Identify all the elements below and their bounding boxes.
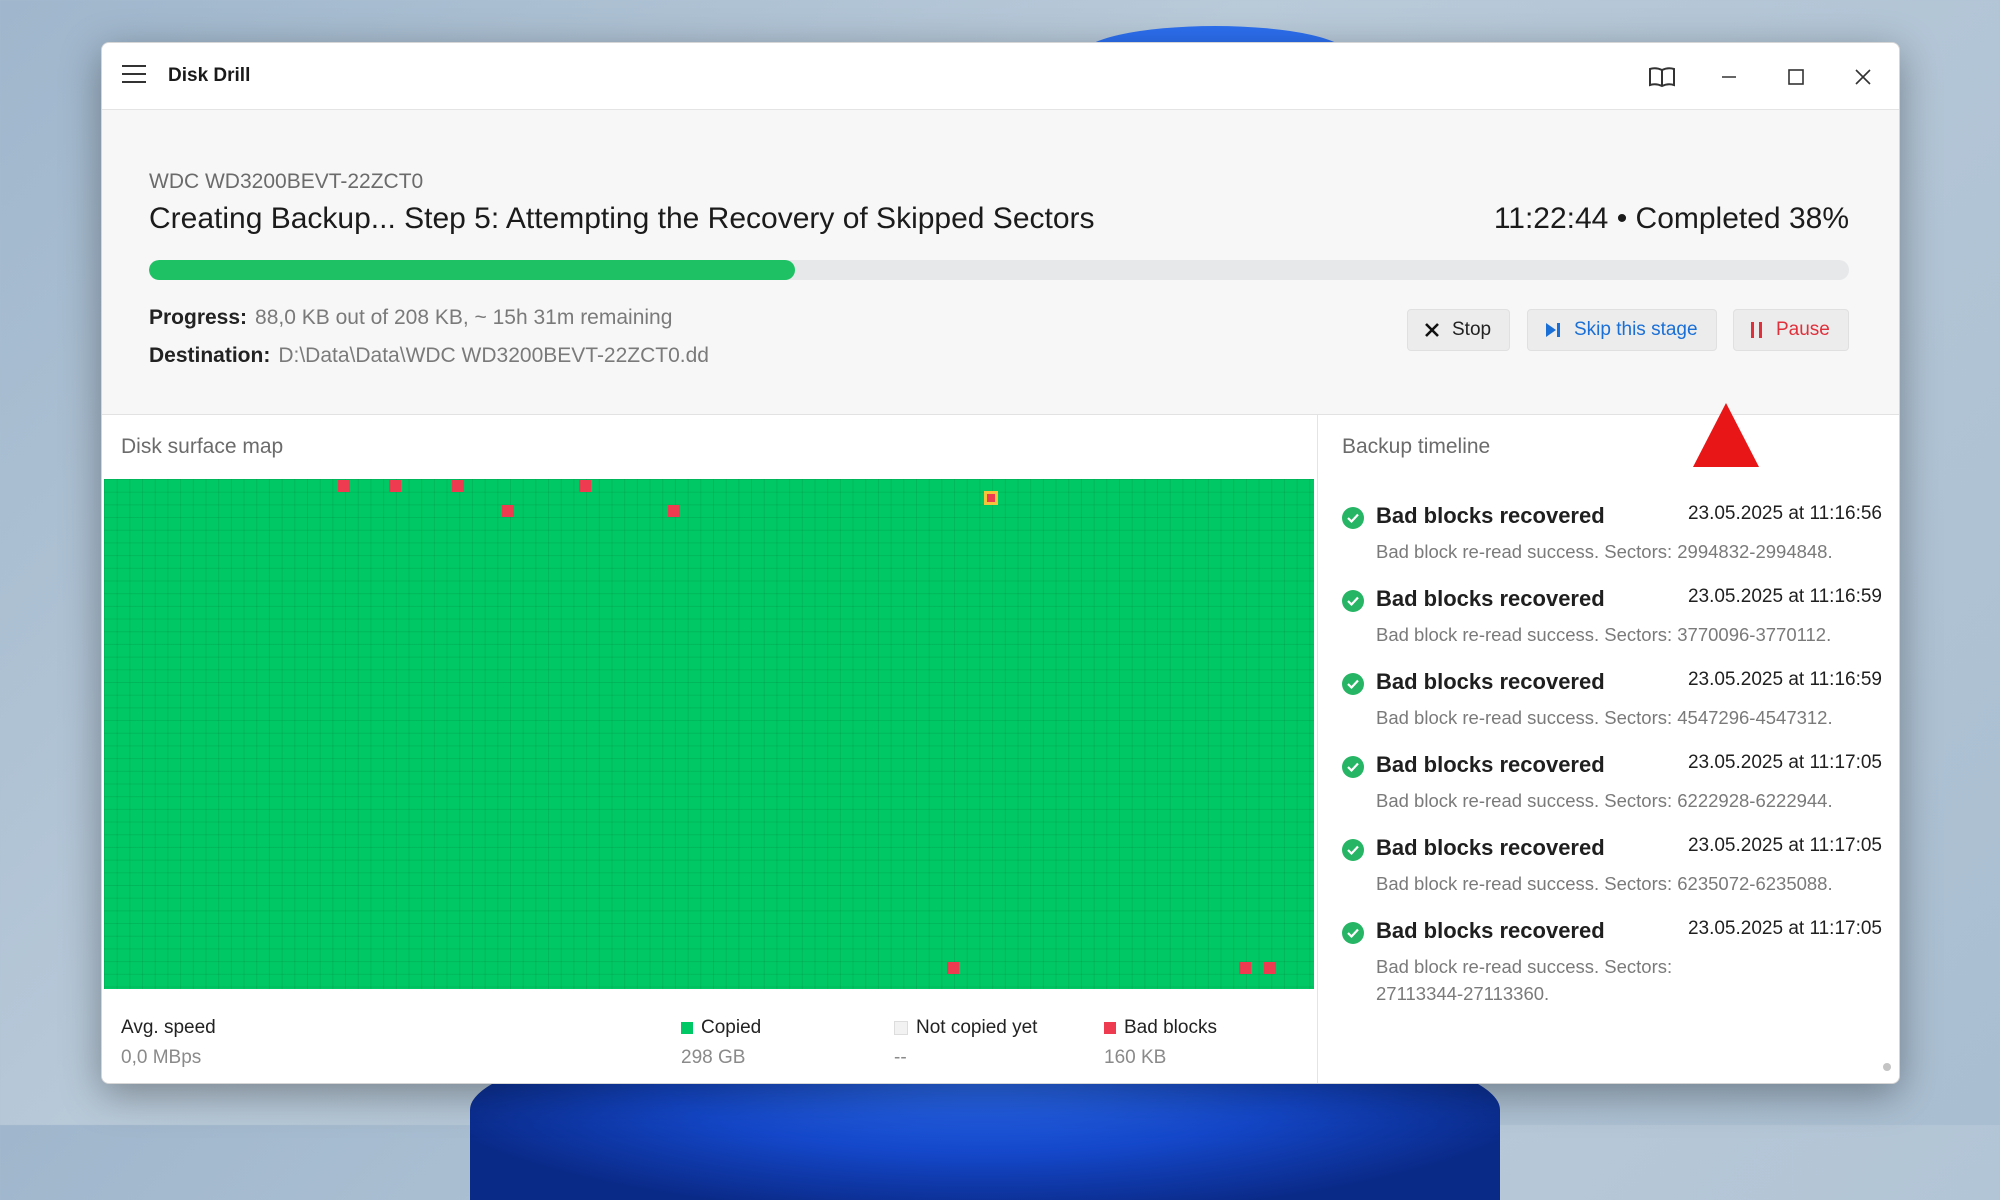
check-circle-icon (1342, 507, 1364, 529)
bad-block (1264, 962, 1276, 974)
close-x-icon (1425, 323, 1439, 337)
timeline-item-desc: Bad block re-read success. Sectors: 3770… (1376, 624, 1832, 645)
check-circle-icon (1342, 590, 1364, 612)
copied-value: 298 GB (681, 1047, 746, 1068)
check-circle-icon (1342, 839, 1364, 861)
timeline-item-desc: Bad block re-read success. Sectors: 6222… (1376, 790, 1833, 811)
bad-blocks-value: 160 KB (1104, 1047, 1167, 1068)
skip-forward-icon (1546, 323, 1560, 337)
pause-icon (1751, 322, 1762, 338)
skip-button-label: Skip this stage (1574, 319, 1698, 340)
stage-status: 11:22:44 • Completed 38% (1493, 202, 1849, 235)
timeline-item-title: Bad blocks recovered (1376, 918, 1605, 943)
bad-block (947, 962, 959, 974)
current-block (984, 491, 998, 505)
stop-button-label: Stop (1452, 319, 1492, 340)
scrollbar-thumb[interactable] (1883, 1063, 1891, 1071)
bad-blocks-stat: Bad blocks 160 KB (1104, 1017, 1217, 1069)
timeline-item-desc: Bad block re-read success. Sectors: 2994… (1376, 541, 1833, 562)
bad-block (452, 480, 464, 492)
disk-surface-map (104, 479, 1314, 989)
close-icon[interactable] (1843, 57, 1883, 97)
title-bar: Disk Drill (102, 43, 1899, 110)
bad-block (1239, 962, 1251, 974)
hamburger-menu-icon[interactable] (122, 65, 146, 85)
timeline-item-title: Bad blocks recovered (1376, 503, 1605, 528)
bad-block (338, 480, 350, 492)
progress-bar-fill (149, 260, 795, 280)
avg-speed-value: 0,0 MBps (121, 1047, 202, 1068)
pause-button[interactable]: Pause (1733, 309, 1849, 351)
bad-blocks-swatch (1104, 1022, 1116, 1034)
not-copied-swatch (894, 1021, 908, 1035)
progress-info: Progress: 88,0 KB out of 208 KB, ~ 15h 31… (149, 306, 672, 330)
timeline-title: Backup timeline (1342, 435, 1491, 458)
pause-button-label: Pause (1776, 319, 1830, 340)
timeline-item-title: Bad blocks recovered (1376, 669, 1605, 694)
timeline-item-title: Bad blocks recovered (1376, 835, 1605, 860)
check-circle-icon (1342, 756, 1364, 778)
copied-stat: Copied 298 GB (681, 1017, 761, 1069)
progress-label: Progress: (149, 306, 248, 329)
timeline-item-title: Bad blocks recovered (1376, 586, 1605, 611)
destination-value: D:\Data\Data\WDC WD3200BEVT-22ZCT0.dd (278, 344, 709, 367)
copied-swatch (681, 1022, 693, 1034)
surface-map-title: Disk surface map (121, 435, 284, 458)
disk-name: WDC WD3200BEVT-22ZCT0 (149, 170, 424, 193)
timeline-item-desc: Bad block re-read success. Sectors: 6235… (1376, 873, 1833, 894)
backup-header: WDC WD3200BEVT-22ZCT0 Creating Backup...… (102, 110, 1899, 415)
check-circle-icon (1342, 673, 1364, 695)
timeline-item-desc: Bad block re-read success. Sectors: 2711… (1376, 956, 1673, 1004)
timeline-item-time: 23.05.2025 at 11:17:05 (1687, 835, 1882, 856)
timeline-item-title: Bad blocks recovered (1376, 752, 1605, 777)
not-copied-value: -- (894, 1047, 907, 1068)
not-copied-label: Not copied yet (916, 1017, 1038, 1038)
disk-surface-panel: Disk surface map Avg. speed 0,0 MBps Cop… (102, 415, 1318, 1083)
timeline-item-time: 23.05.2025 at 11:17:05 (1687, 752, 1882, 773)
timeline-item-time: 23.05.2025 at 11:17:05 (1687, 918, 1882, 939)
timeline-item-time: 23.05.2025 at 11:16:59 (1687, 669, 1882, 690)
not-copied-stat: Not copied yet -- (894, 1017, 1037, 1069)
app-title: Disk Drill (168, 65, 251, 86)
destination-info: Destination: D:\Data\Data\WDC WD3200BEVT-… (149, 344, 709, 368)
progress-bar (149, 260, 1849, 280)
minimize-icon[interactable] (1709, 57, 1749, 97)
annotation-arrow (1693, 403, 1759, 467)
bad-block (668, 505, 680, 517)
stage-title: Creating Backup... Step 5: Attempting th… (149, 202, 1095, 235)
stop-button[interactable]: Stop (1407, 309, 1510, 351)
bad-block (502, 505, 514, 517)
progress-value: 88,0 KB out of 208 KB, ~ 15h 31m remaini… (255, 306, 673, 329)
bad-block (389, 480, 401, 492)
bad-block (579, 480, 591, 492)
app-window: Disk Drill WDC WD3200BEVT-22ZCT0 Creatin… (101, 42, 1900, 1084)
backup-timeline-panel[interactable]: Backup timeline Bad blocks recovered 23.… (1318, 415, 1899, 1083)
destination-label: Destination: (149, 344, 271, 367)
bad-blocks-label: Bad blocks (1124, 1017, 1217, 1038)
timeline-item-time: 23.05.2025 at 11:16:59 (1687, 586, 1882, 607)
avg-speed-label: Avg. speed (121, 1017, 216, 1038)
timeline-item-time: 23.05.2025 at 11:16:56 (1687, 503, 1882, 524)
maximize-icon[interactable] (1776, 57, 1816, 97)
copied-label: Copied (701, 1017, 762, 1038)
check-circle-icon (1342, 922, 1364, 944)
book-icon[interactable] (1642, 57, 1682, 97)
skip-stage-button[interactable]: Skip this stage (1527, 309, 1717, 351)
timeline-item-desc: Bad block re-read success. Sectors: 4547… (1376, 707, 1833, 728)
avg-speed-stat: Avg. speed 0,0 MBps (121, 1017, 216, 1069)
